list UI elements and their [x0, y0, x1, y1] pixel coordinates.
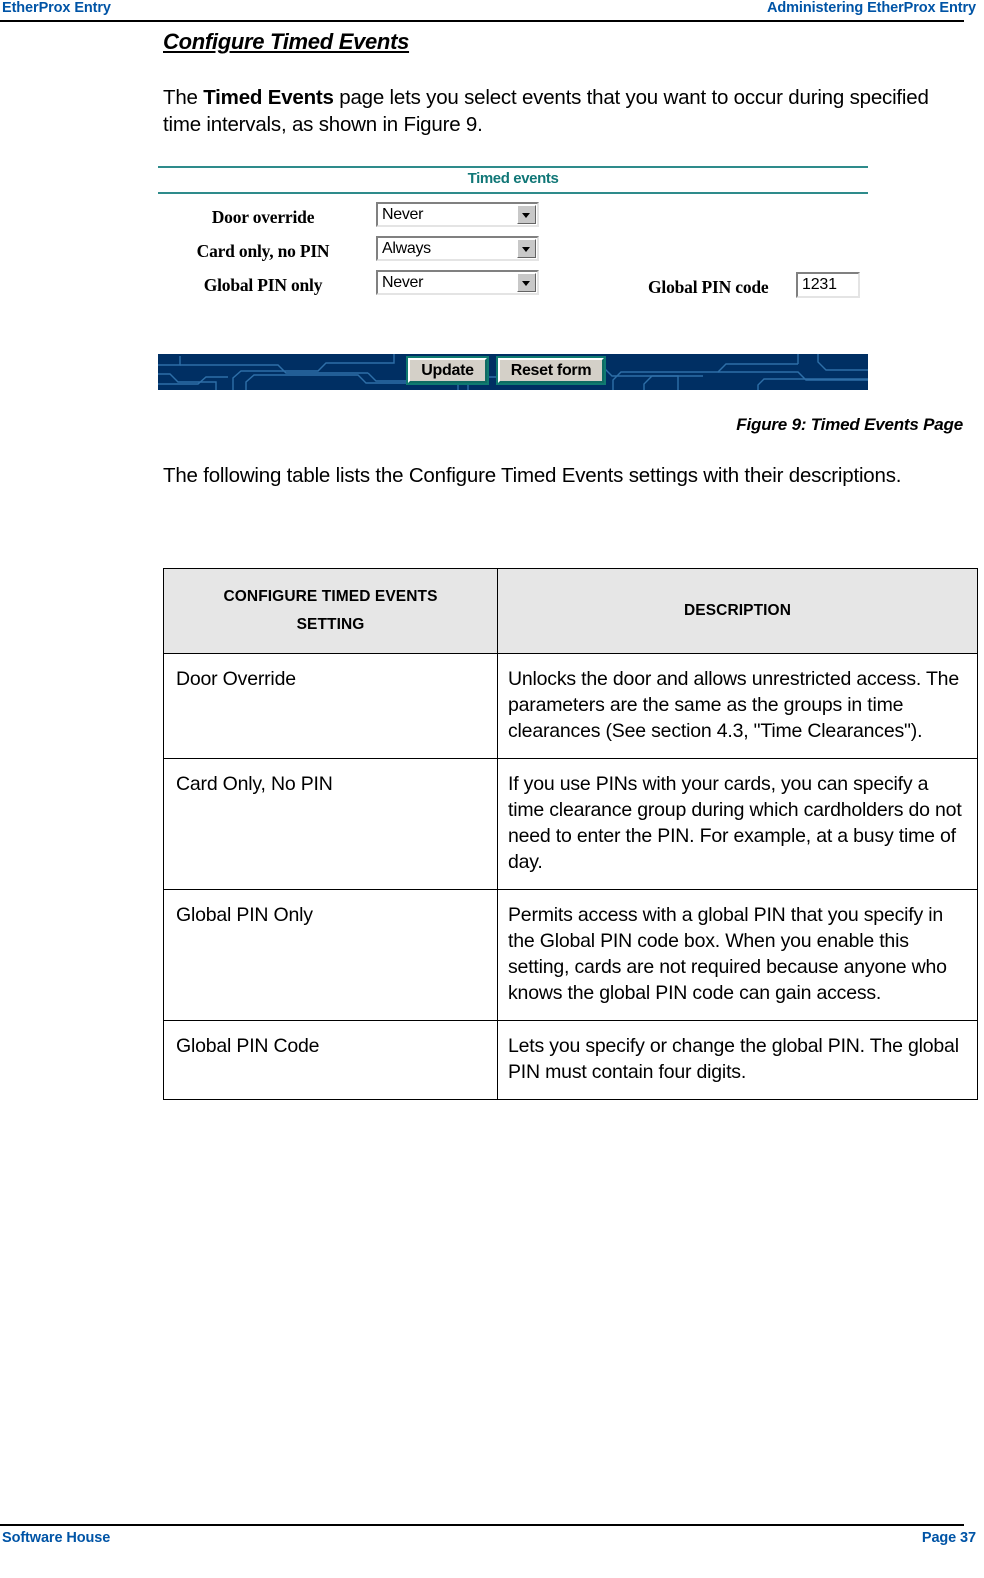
settings-description-table: CONFIGURE TIMED EVENTS SETTING DESCRIPTI… — [163, 568, 978, 1100]
figure-caption: Figure 9: Timed Events Page — [736, 415, 963, 434]
cell-setting-description: Unlocks the door and allows unrestricted… — [497, 653, 978, 759]
figure-panel-title: Timed events — [467, 170, 559, 187]
cell-setting-description: Lets you specify or change the global PI… — [497, 1020, 978, 1100]
cell-setting-name: Card Only, No PIN — [163, 758, 498, 890]
cell-setting-name: Door Override — [163, 653, 498, 759]
table-row: Global PIN Only Permits access with a gl… — [163, 889, 978, 1021]
cell-setting-name: Global PIN Code — [163, 1020, 498, 1100]
table-header-setting-line2: SETTING — [296, 616, 365, 633]
select-global-pin-only[interactable]: Never — [376, 270, 539, 295]
form-row-card-only-no-pin: Card only, no PIN Always — [158, 236, 868, 270]
table-head: CONFIGURE TIMED EVENTS SETTING DESCRIPTI… — [163, 568, 978, 654]
table-header-row: CONFIGURE TIMED EVENTS SETTING DESCRIPTI… — [163, 568, 978, 654]
cell-setting-description: Permits access with a global PIN that yo… — [497, 889, 978, 1021]
table-row: Global PIN Code Lets you specify or chan… — [163, 1020, 978, 1100]
select-global-pin-only-value: Never — [382, 274, 424, 291]
label-global-pin-only: Global PIN only — [203, 275, 323, 295]
update-button[interactable]: Update — [408, 358, 487, 383]
page-running-header: EtherProx Entry Administering EtherProx … — [0, 0, 984, 22]
table-header-setting: CONFIGURE TIMED EVENTS SETTING — [163, 568, 498, 654]
table-row: Door Override Unlocks the door and allow… — [163, 653, 978, 759]
label-door-override: Door override — [211, 207, 315, 227]
global-pin-code-group: Global PIN code 1231 — [648, 272, 868, 302]
figure-timed-events-screenshot: Timed events Door override Never Card on… — [158, 166, 868, 390]
table-header-setting-line1: CONFIGURE TIMED EVENTS — [223, 588, 438, 605]
select-door-override[interactable]: Never — [376, 202, 539, 227]
footer-divider-rule — [0, 1524, 964, 1526]
footer-right-text: Page 37 — [921, 1530, 976, 1546]
table-header-description: DESCRIPTION — [497, 568, 978, 654]
figure-top-rule — [158, 166, 868, 168]
intro-text-bold: Timed Events — [203, 86, 334, 109]
form-row-door-override: Door override Never — [158, 202, 868, 236]
label-card-only-no-pin: Card only, no PIN — [196, 241, 330, 261]
chevron-down-icon[interactable] — [517, 205, 536, 224]
header-divider-rule — [0, 20, 964, 22]
cell-setting-name: Global PIN Only — [163, 889, 498, 1021]
footer-left-text: Software House — [2, 1530, 111, 1546]
select-card-only-no-pin[interactable]: Always — [376, 236, 539, 261]
header-right-text: Administering EtherProx Entry — [767, 0, 976, 16]
intro-text-before: The — [163, 86, 204, 109]
global-pin-code-input[interactable]: 1231 — [796, 272, 860, 298]
reset-form-button[interactable]: Reset form — [498, 358, 604, 383]
table-body: Door Override Unlocks the door and allow… — [163, 653, 978, 1100]
header-left-text: EtherProx Entry — [2, 0, 111, 16]
intro-paragraph: The Timed Events page lets you select ev… — [163, 84, 963, 138]
figure-bottom-rule — [158, 192, 868, 194]
chevron-down-icon[interactable] — [517, 273, 536, 292]
select-door-override-value: Never — [382, 206, 424, 223]
label-global-pin-code: Global PIN code — [648, 277, 769, 297]
table-row: Card Only, No PIN If you use PINs with y… — [163, 758, 978, 890]
form-action-bar: Update Reset form — [158, 354, 868, 390]
select-card-only-no-pin-value: Always — [382, 240, 431, 257]
cell-setting-description: If you use PINs with your cards, you can… — [497, 758, 978, 890]
chevron-down-icon[interactable] — [517, 239, 536, 258]
table-intro-paragraph: The following table lists the Configure … — [163, 464, 902, 487]
page-title: Configure Timed Events — [163, 29, 410, 54]
